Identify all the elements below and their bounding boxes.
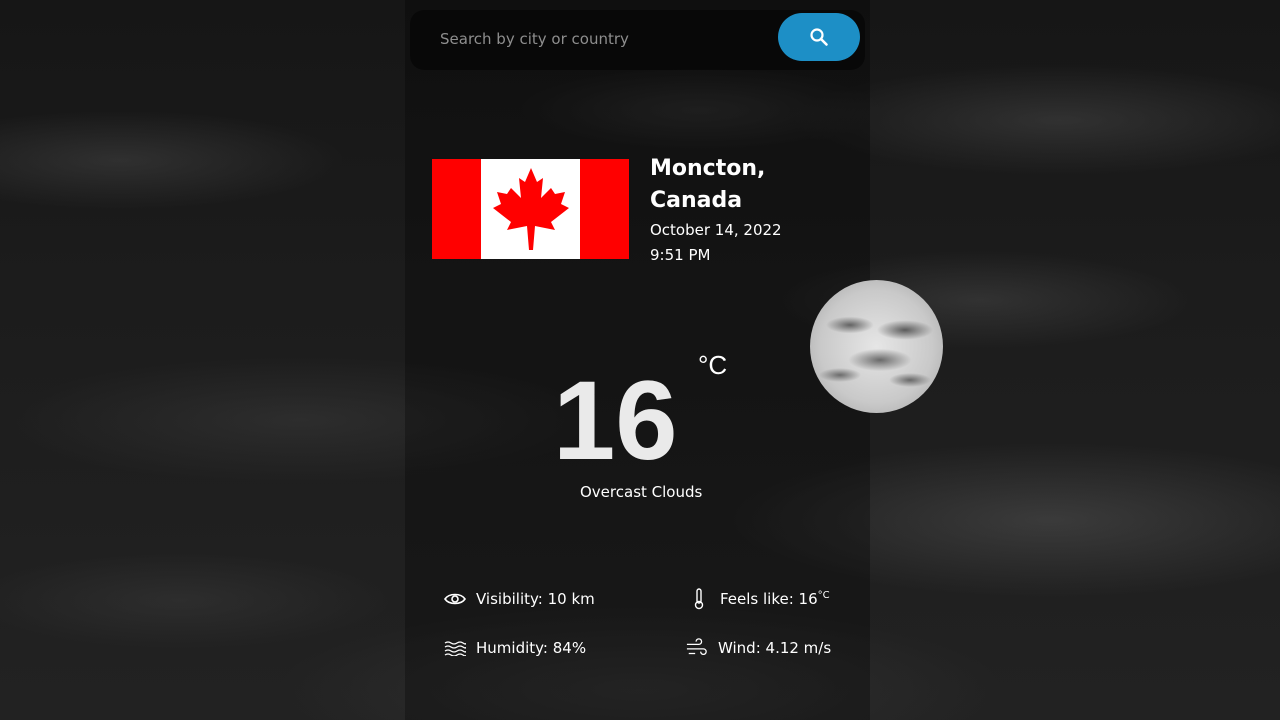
date-text: October 14, 2022 xyxy=(650,221,782,239)
temperature-unit: °C xyxy=(698,350,728,380)
search-bar xyxy=(410,10,865,70)
wind-label: Wind: 4.12 m/s xyxy=(718,639,832,657)
visibility-label: Visibility: 10 km xyxy=(476,590,595,608)
weather-description: Overcast Clouds xyxy=(580,483,703,501)
temperature-value: 16 xyxy=(553,358,678,483)
location-name: Moncton, Canada xyxy=(650,153,850,217)
time-text: 9:51 PM xyxy=(650,246,711,264)
humidity-stat: Humidity: 84% xyxy=(444,637,586,659)
thermometer-icon xyxy=(688,588,710,610)
moon-clouds-icon xyxy=(810,280,943,413)
humidity-waves-icon xyxy=(444,637,466,659)
search-button[interactable] xyxy=(778,13,860,61)
country-flag xyxy=(432,159,629,259)
country-name: Canada xyxy=(650,188,743,213)
search-icon xyxy=(810,28,828,46)
humidity-label: Humidity: 84% xyxy=(476,639,587,657)
maple-leaf-icon xyxy=(492,168,569,250)
feels-like-stat: Feels like: 16°C xyxy=(688,588,830,610)
feels-like-label: Feels like: 16°C xyxy=(720,590,830,608)
wind-icon xyxy=(686,637,708,659)
eye-icon xyxy=(444,588,466,610)
search-input[interactable] xyxy=(440,24,760,54)
wind-stat: Wind: 4.12 m/s xyxy=(686,637,831,659)
city-name: Moncton, xyxy=(650,156,766,181)
visibility-stat: Visibility: 10 km xyxy=(444,588,595,610)
